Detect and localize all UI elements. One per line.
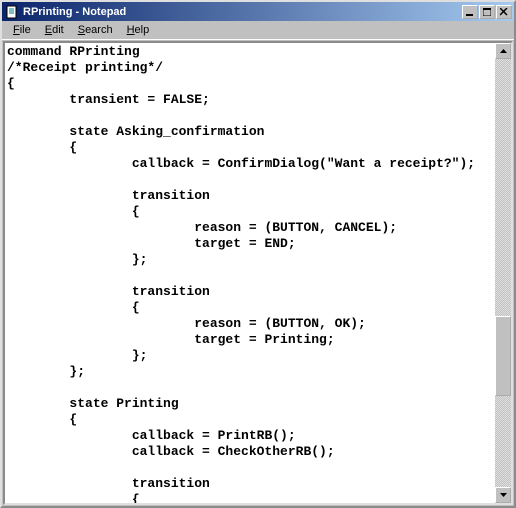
scroll-down-button[interactable] [495, 487, 511, 503]
window-controls [461, 5, 512, 19]
menubar: File Edit Search Help [2, 21, 514, 40]
maximize-button[interactable] [479, 5, 495, 19]
scroll-up-button[interactable] [495, 43, 511, 59]
menu-edit[interactable]: Edit [38, 22, 71, 38]
app-window: RPrinting - Notepad File Edit Search Hel… [0, 0, 516, 508]
editor-frame: command RPrinting /*Receipt printing*/ {… [3, 41, 513, 505]
editor-textarea[interactable]: command RPrinting /*Receipt printing*/ {… [5, 43, 495, 503]
minimize-button[interactable] [462, 5, 478, 19]
close-button[interactable] [496, 5, 512, 19]
notepad-icon [4, 4, 20, 20]
vertical-scrollbar[interactable] [495, 43, 511, 503]
window-title: RPrinting - Notepad [23, 6, 461, 18]
scroll-track[interactable] [495, 59, 511, 487]
menu-file[interactable]: File [6, 22, 38, 38]
titlebar: RPrinting - Notepad [2, 2, 514, 21]
scroll-thumb[interactable] [495, 316, 511, 396]
menu-help[interactable]: Help [120, 22, 157, 38]
menu-search[interactable]: Search [71, 22, 120, 38]
